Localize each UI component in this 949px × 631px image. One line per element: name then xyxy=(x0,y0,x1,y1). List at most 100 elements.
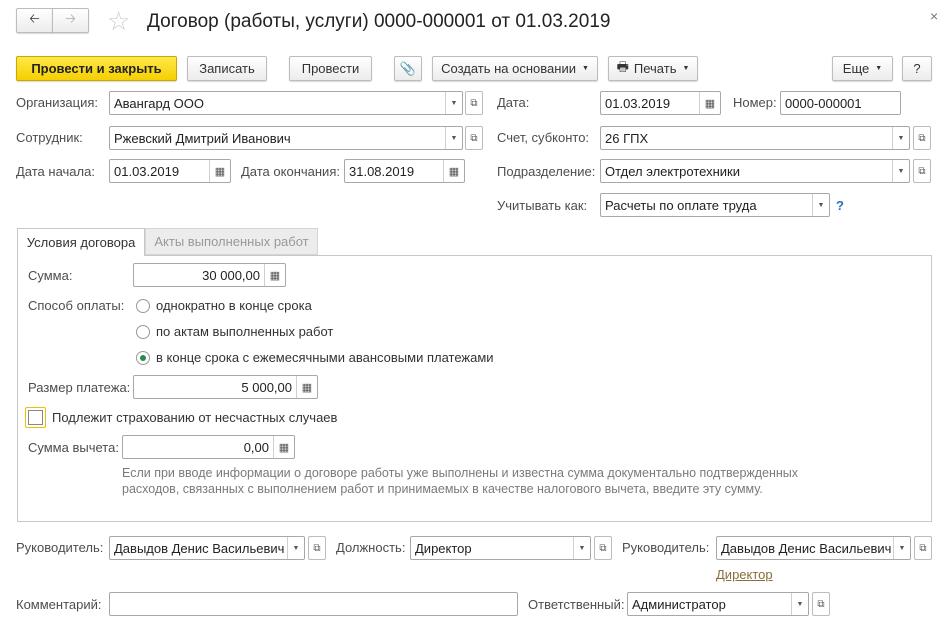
calculator-icon[interactable]: ▦ xyxy=(264,264,285,286)
chevron-down-icon: ▼ xyxy=(875,65,883,72)
dropdown-icon[interactable]: ▼ xyxy=(287,537,304,559)
end-date-field[interactable]: 31.08.2019 ▦ xyxy=(344,159,465,183)
responsible-value: Администратор xyxy=(632,596,726,612)
comment-label: Комментарий: xyxy=(16,597,102,612)
print-button[interactable]: 🖶 Печать ▼ xyxy=(608,56,698,81)
department-field[interactable]: Отдел электротехники ▼ xyxy=(600,159,910,183)
post-and-close-button[interactable]: Провести и закрыть xyxy=(16,56,177,81)
help-link[interactable]: ? xyxy=(836,198,844,214)
account-value: 26 ГПХ xyxy=(605,130,649,146)
account-label: Счет, субконто: xyxy=(497,130,590,145)
position-field[interactable]: Директор ▼ xyxy=(410,536,591,560)
calculator-icon[interactable]: ▦ xyxy=(273,436,294,458)
close-icon[interactable]: × xyxy=(930,8,938,24)
printer-icon: 🖶 xyxy=(616,58,629,74)
post-button[interactable]: Провести xyxy=(289,56,372,81)
head-field[interactable]: Давыдов Денис Васильевич ▼ xyxy=(109,536,305,560)
dropdown-icon[interactable]: ▼ xyxy=(892,127,909,149)
payment-size-field[interactable]: 5 000,00 ▦ xyxy=(133,375,318,399)
number-label: Номер: xyxy=(733,95,777,110)
end-date-value: 31.08.2019 xyxy=(349,163,415,179)
date-value: 01.03.2019 xyxy=(605,95,671,111)
sum-field[interactable]: 30 000,00 ▦ xyxy=(133,263,286,287)
head2-label: Руководитель: xyxy=(622,540,710,555)
employee-field[interactable]: Ржевский Дмитрий Иванович ▼ xyxy=(109,126,463,150)
radio-once-at-end[interactable] xyxy=(136,299,150,313)
dropdown-icon[interactable]: ▼ xyxy=(573,537,590,559)
more-label: Еще xyxy=(842,61,870,76)
sum-label: Сумма: xyxy=(28,268,73,283)
open-icon[interactable]: ⧉ xyxy=(914,536,932,560)
responsible-field[interactable]: Администратор ▼ xyxy=(627,592,809,616)
open-icon[interactable]: ⧉ xyxy=(812,592,830,616)
department-value: Отдел электротехники xyxy=(605,163,740,179)
number-value: 0000-000001 xyxy=(785,95,862,111)
open-icon[interactable]: ⧉ xyxy=(913,126,931,150)
open-icon[interactable]: ⧉ xyxy=(594,536,612,560)
open-icon[interactable]: ⧉ xyxy=(913,159,931,183)
start-date-field[interactable]: 01.03.2019 ▦ xyxy=(109,159,231,183)
dropdown-icon[interactable]: ▼ xyxy=(445,127,462,149)
responsible-label: Ответственный: xyxy=(528,597,625,612)
insurance-checkbox[interactable] xyxy=(25,407,46,428)
favorite-star-icon[interactable]: ☆ xyxy=(107,6,130,37)
paperclip-icon: 📎 xyxy=(399,60,417,76)
help-button[interactable]: ? xyxy=(902,56,932,81)
deduction-field[interactable]: 0,00 ▦ xyxy=(122,435,295,459)
arrow-right-icon: 🡢 xyxy=(65,10,76,26)
radio-label: по актам выполненных работ xyxy=(156,324,334,339)
calendar-icon[interactable]: ▦ xyxy=(443,160,464,182)
radio-monthly-advance[interactable] xyxy=(136,351,150,365)
dropdown-icon[interactable]: ▼ xyxy=(892,160,909,182)
date-field[interactable]: 01.03.2019 ▦ xyxy=(600,91,721,115)
date-label: Дата: xyxy=(497,95,530,110)
save-button[interactable]: Записать xyxy=(187,56,267,81)
more-button[interactable]: Еще ▼ xyxy=(832,56,893,81)
payment-size-label: Размер платежа: xyxy=(28,380,131,395)
head2-field[interactable]: Давыдов Денис Васильевич ▼ xyxy=(716,536,911,560)
employee-label: Сотрудник: xyxy=(16,130,83,145)
calendar-icon[interactable]: ▦ xyxy=(699,92,720,114)
attach-button[interactable]: 📎 xyxy=(394,56,422,81)
position-value: Директор xyxy=(415,540,472,556)
deduction-label: Сумма вычета: xyxy=(28,440,119,455)
back-button[interactable]: 🡠 xyxy=(16,8,53,33)
account-as-select[interactable]: Расчеты по оплате труда ▼ xyxy=(600,193,830,217)
dropdown-icon[interactable]: ▼ xyxy=(445,92,462,114)
head2-position-link[interactable]: Директор xyxy=(716,567,773,583)
organization-field[interactable]: Авангард ООО ▼ xyxy=(109,91,463,115)
organization-value: Авангард ООО xyxy=(114,95,204,111)
forward-button[interactable]: 🡢 xyxy=(52,8,89,33)
payment-method-label: Способ оплаты: xyxy=(28,298,125,313)
account-as-label: Учитывать как: xyxy=(497,198,588,213)
open-icon[interactable]: ⧉ xyxy=(465,91,483,115)
deduction-value: 0,00 xyxy=(243,439,269,455)
calendar-icon[interactable]: ▦ xyxy=(209,160,230,182)
chevron-down-icon: ▼ xyxy=(682,65,690,72)
radio-label: однократно в конце срока xyxy=(156,298,312,313)
page-title: Договор (работы, услуги) 0000-000001 от … xyxy=(147,11,611,32)
open-icon[interactable]: ⧉ xyxy=(308,536,326,560)
open-icon[interactable]: ⧉ xyxy=(465,126,483,150)
create-based-label: Создать на основании xyxy=(441,61,576,76)
head2-value: Давыдов Денис Васильевич xyxy=(721,540,892,556)
tab-completed-acts[interactable]: Акты выполненных работ xyxy=(145,228,318,255)
dropdown-icon[interactable]: ▼ xyxy=(893,537,910,559)
calculator-icon[interactable]: ▦ xyxy=(296,376,317,398)
head-label: Руководитель: xyxy=(16,540,104,555)
sum-value: 30 000,00 xyxy=(202,267,260,283)
radio-by-acts[interactable] xyxy=(136,325,150,339)
employee-value: Ржевский Дмитрий Иванович xyxy=(114,130,291,146)
insurance-label: Подлежит страхованию от несчастных случа… xyxy=(52,410,338,425)
account-field[interactable]: 26 ГПХ ▼ xyxy=(600,126,910,150)
print-label: Печать xyxy=(633,61,677,76)
dropdown-icon[interactable]: ▼ xyxy=(812,194,829,216)
tab-contract-terms[interactable]: Условия договора xyxy=(17,228,145,256)
comment-field[interactable] xyxy=(109,592,518,616)
payment-size-value: 5 000,00 xyxy=(241,379,292,395)
dropdown-icon[interactable]: ▼ xyxy=(791,593,808,615)
start-date-value: 01.03.2019 xyxy=(114,163,180,179)
create-based-on-button[interactable]: Создать на основании ▼ xyxy=(432,56,598,81)
number-field[interactable]: 0000-000001 xyxy=(780,91,901,115)
radio-label: в конце срока с ежемесячными авансовыми … xyxy=(156,350,494,365)
